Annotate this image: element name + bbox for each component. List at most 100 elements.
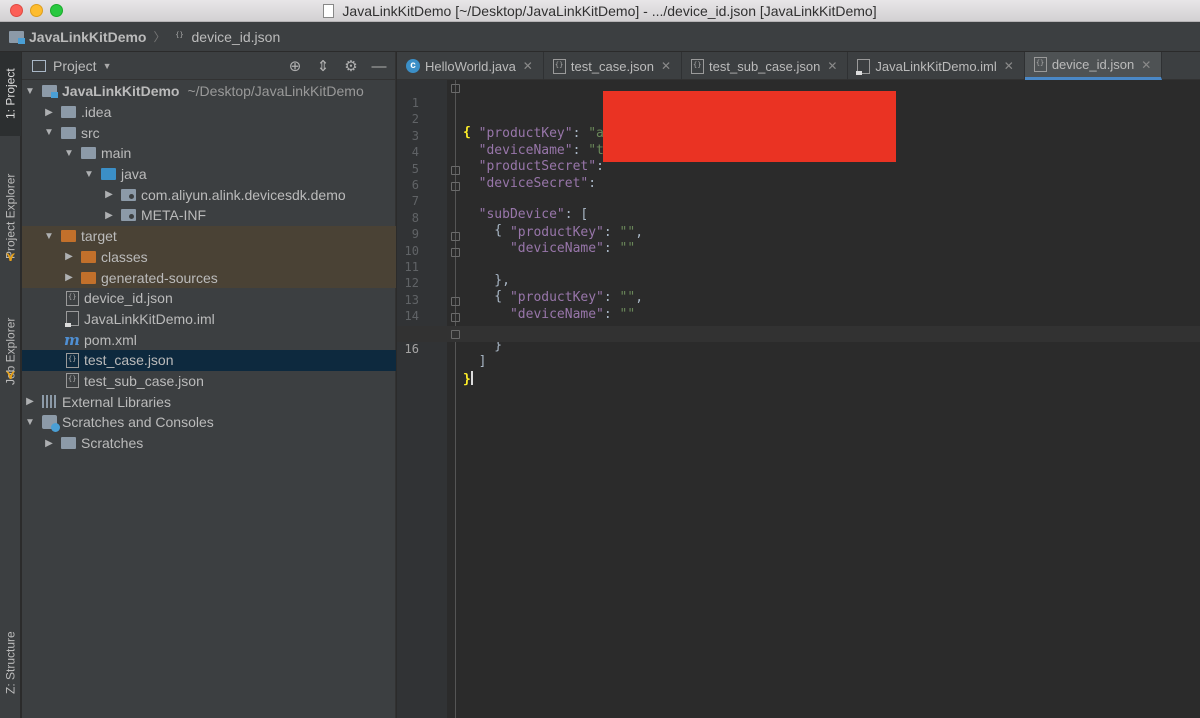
tree-item-label: Scratches and Consoles xyxy=(62,414,214,431)
tree-item-idea[interactable]: ▶ .idea xyxy=(22,102,396,123)
folder-icon xyxy=(61,126,76,139)
tree-item-label: generated-sources xyxy=(101,269,218,286)
tree-item-scratches[interactable]: ▶ Scratches xyxy=(22,433,396,454)
json-file-icon xyxy=(552,58,566,74)
excluded-folder-icon xyxy=(81,271,96,284)
tree-item-label: device_id.json xyxy=(84,290,173,307)
fold-icon[interactable] xyxy=(451,84,460,93)
tool-window-job-explorer[interactable]: Job Explorer xyxy=(0,296,21,406)
explorer-logo-icon: ⋎ xyxy=(5,249,16,264)
code-editor[interactable]: 1 { 2 "productKey": "a 3 "deviceName": "… xyxy=(397,80,1200,718)
tool-window-structure[interactable]: Z: Structure xyxy=(0,618,21,708)
tree-item-label: java xyxy=(121,166,147,183)
tab-label: test_case.json xyxy=(570,58,654,74)
close-tab-icon[interactable]: ✕ xyxy=(661,59,671,73)
tree-item-root[interactable]: ▼ JavaLinkKitDemo ~/Desktop/JavaLinkKitD… xyxy=(22,81,396,102)
expand-arrow-icon[interactable]: ▶ xyxy=(103,189,115,200)
tree-item-test-sub-case-json[interactable]: test_sub_case.json xyxy=(22,371,396,392)
tree-item-path: ~/Desktop/JavaLinkKitDemo xyxy=(187,83,364,100)
gear-icon[interactable]: ⚙ xyxy=(343,58,359,75)
tree-item-main[interactable]: ▼ main xyxy=(22,143,396,164)
tab-label: JavaLinkKitDemo.iml xyxy=(875,58,997,74)
tree-item-scratches-and-consoles[interactable]: ▼ Scratches and Consoles xyxy=(22,412,396,433)
source-folder-icon xyxy=(101,168,116,181)
breadcrumb-project[interactable]: JavaLinkKitDemo xyxy=(9,29,146,45)
tree-item-iml[interactable]: JavaLinkKitDemo.iml xyxy=(22,309,396,330)
tree-item-meta-inf[interactable]: ▶ META-INF xyxy=(22,205,396,226)
tree-item-label: classes xyxy=(101,248,148,265)
hide-panel-icon[interactable]: — xyxy=(371,58,387,75)
close-tab-icon[interactable]: ✕ xyxy=(1004,59,1014,73)
tab-label: HelloWorld.java xyxy=(425,58,516,74)
tree-item-pom[interactable]: m pom.xml xyxy=(22,329,396,350)
code-line: 14 } xyxy=(397,293,1200,353)
tab-javalinkkitdemo-iml[interactable]: JavaLinkKitDemo.iml ✕ xyxy=(848,52,1025,80)
code-line: 10 }, xyxy=(397,228,1200,288)
expand-arrow-icon[interactable]: ▼ xyxy=(63,148,75,159)
package-icon xyxy=(121,188,136,201)
code-line: 9 "deviceName": "" xyxy=(397,211,1200,256)
window-title: JavaLinkKitDemo [~/Desktop/JavaLinkKitDe… xyxy=(0,3,1200,19)
tab-device-id-json[interactable]: device_id.json ✕ xyxy=(1024,52,1163,80)
tree-item-generated-sources[interactable]: ▶ generated-sources xyxy=(22,267,396,288)
tree-item-device-id-json[interactable]: device_id.json xyxy=(22,288,396,309)
tab-test-sub-case-json[interactable]: test_sub_case.json ✕ xyxy=(682,52,849,80)
excluded-folder-icon xyxy=(61,230,76,243)
tree-item-label: External Libraries xyxy=(62,393,171,410)
json-file-icon xyxy=(691,58,705,74)
code-text: } xyxy=(463,370,473,387)
expand-arrow-icon[interactable]: ▶ xyxy=(103,210,115,221)
tab-label: test_sub_case.json xyxy=(709,58,821,74)
expand-arrow-icon[interactable]: ▼ xyxy=(43,231,55,242)
redaction-box xyxy=(603,91,896,162)
close-tab-icon[interactable]: ✕ xyxy=(827,59,837,73)
fold-icon[interactable] xyxy=(451,247,460,257)
tree-item-java[interactable]: ▼ java xyxy=(22,164,396,185)
editor-tabs: c HelloWorld.java ✕ test_case.json ✕ tes… xyxy=(397,52,1200,80)
job-explorer-logo-icon: ⋎ xyxy=(5,367,16,382)
tree-item-test-case-json[interactable]: test_case.json xyxy=(22,349,396,371)
fold-icon[interactable] xyxy=(451,182,460,192)
fold-icon[interactable] xyxy=(451,231,460,241)
folder-icon xyxy=(81,147,96,160)
fold-icon[interactable] xyxy=(451,329,460,339)
expand-arrow-icon[interactable]: ▶ xyxy=(63,272,75,283)
tree-item-target[interactable]: ▼ target xyxy=(22,225,396,247)
code-line: 8 "productKey": "", xyxy=(397,195,1200,240)
fold-icon[interactable] xyxy=(451,297,460,307)
locate-file-icon[interactable]: ⊕ xyxy=(287,58,303,75)
module-file-icon xyxy=(65,311,79,328)
tab-test-case-json[interactable]: test_case.json ✕ xyxy=(544,52,683,80)
project-view-icon xyxy=(32,59,46,72)
tree-item-label: JavaLinkKitDemo xyxy=(62,83,180,100)
tab-helloworld-java[interactable]: c HelloWorld.java ✕ xyxy=(397,52,544,80)
expand-arrow-icon[interactable]: ▼ xyxy=(83,169,95,180)
code-text: ] xyxy=(463,354,487,370)
expand-arrow-icon[interactable]: ▼ xyxy=(24,417,36,428)
expand-arrow-icon[interactable]: ▶ xyxy=(43,438,55,449)
text-cursor xyxy=(470,370,473,385)
fold-icon[interactable] xyxy=(451,313,460,323)
tree-item-package[interactable]: ▶ com.aliyun.alink.devicesdk.demo xyxy=(22,184,396,205)
expand-arrow-icon[interactable]: ▼ xyxy=(24,86,36,97)
collapse-all-icon[interactable]: ⇕ xyxy=(315,58,331,75)
expand-arrow-icon[interactable]: ▶ xyxy=(63,251,75,262)
chevron-down-icon[interactable]: ▼ xyxy=(103,61,112,71)
tree-item-external-libraries[interactable]: ▶ External Libraries xyxy=(22,391,396,412)
expand-arrow-icon[interactable]: ▶ xyxy=(24,396,36,407)
tool-window-project[interactable]: 1: Project xyxy=(0,52,21,136)
tree-item-label: META-INF xyxy=(141,207,207,224)
expand-arrow-icon[interactable]: ▼ xyxy=(43,127,55,138)
tree-item-src[interactable]: ▼ src xyxy=(22,122,396,143)
expand-arrow-icon[interactable]: ▶ xyxy=(43,107,55,118)
code-line: 11 { xyxy=(397,244,1200,304)
project-view-selector[interactable]: Project xyxy=(53,58,97,74)
close-tab-icon[interactable]: ✕ xyxy=(523,59,533,73)
project-tree: ▼ JavaLinkKitDemo ~/Desktop/JavaLinkKitD… xyxy=(22,81,396,453)
document-icon xyxy=(323,4,335,18)
window-title-bar: JavaLinkKitDemo [~/Desktop/JavaLinkKitDe… xyxy=(0,0,1200,22)
tree-item-classes[interactable]: ▶ classes xyxy=(22,246,396,268)
breadcrumb-file[interactable]: device_id.json xyxy=(173,29,281,45)
fold-icon[interactable] xyxy=(451,165,460,175)
close-tab-icon[interactable]: ✕ xyxy=(1141,58,1151,72)
